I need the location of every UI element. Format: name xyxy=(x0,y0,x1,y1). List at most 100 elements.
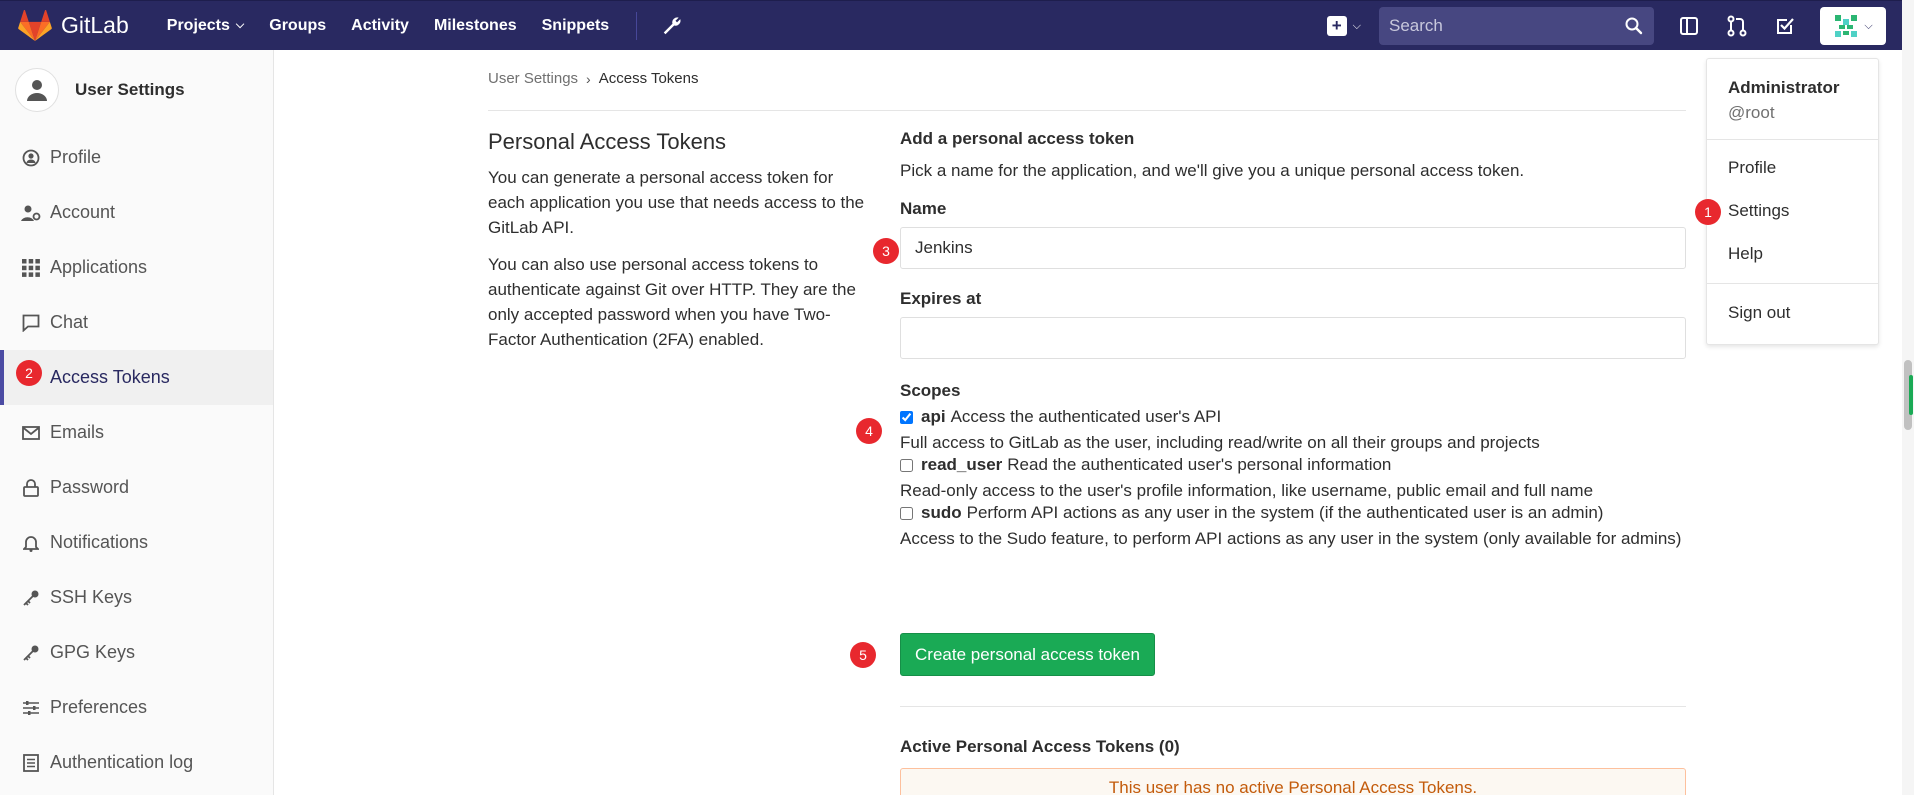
user-name: Administrator xyxy=(1728,78,1840,97)
gitlab-logo-icon xyxy=(18,9,52,41)
sidebar-item-emails[interactable]: Emails xyxy=(0,405,273,460)
top-navbar: GitLab Projects ⌵ Groups Activity Milest… xyxy=(0,0,1914,50)
nav-milestones[interactable]: Milestones xyxy=(434,17,517,35)
menu-item-help[interactable]: Help xyxy=(1728,244,1763,264)
scope-name: sudo xyxy=(921,503,962,522)
sidebar-item-label: Applications xyxy=(50,257,148,277)
no-tokens-warning: This user has no active Personal Access … xyxy=(900,768,1686,795)
step-badge-1: 1 xyxy=(1695,199,1721,225)
sidebar-item-chat[interactable]: Chat xyxy=(0,295,273,350)
scope-name: api xyxy=(921,407,946,426)
scope-sudo-checkbox[interactable] xyxy=(900,506,913,520)
sidebar-item-authentication-log[interactable]: Authentication log xyxy=(0,735,273,790)
user-settings-avatar-icon xyxy=(15,68,59,112)
scope-api-row: api Access the authenticated user's API xyxy=(900,407,1686,427)
user-handle: @root xyxy=(1728,103,1775,122)
menu-item-sign-out[interactable]: Sign out xyxy=(1728,303,1790,323)
sidebar-item-label: Profile xyxy=(50,147,102,167)
avatar xyxy=(1835,15,1858,37)
name-label: Name xyxy=(900,199,947,218)
intro-paragraph-2: You can also use personal access tokens … xyxy=(488,255,856,349)
sidebar-item-profile[interactable]: Profile xyxy=(0,130,273,185)
expires-at-field[interactable] xyxy=(900,317,1686,359)
page-title: Personal Access Tokens xyxy=(488,129,727,154)
sidebar-item-label: GPG Keys xyxy=(50,642,136,662)
sidebar-item-label: Chat xyxy=(50,312,89,332)
plus-icon: + xyxy=(1326,16,1347,36)
account-icon xyxy=(20,202,42,224)
scope-summary: Access the authenticated user's API xyxy=(950,407,1222,426)
scope-read-user-row: read_user Read the authenticated user's … xyxy=(900,455,1686,475)
sidebar-item-label: Account xyxy=(50,202,116,222)
gitlab-home-link[interactable]: GitLab xyxy=(18,1,129,51)
admin-wrench-icon[interactable] xyxy=(661,15,683,37)
sidebar-toggle-icon[interactable] xyxy=(1676,13,1702,39)
user-menu-button[interactable]: ⌵ xyxy=(1820,7,1886,45)
menu-item-profile[interactable]: Profile xyxy=(1728,158,1776,178)
name-field[interactable] xyxy=(900,227,1686,269)
form-heading: Add a personal access token xyxy=(900,129,1135,148)
breadcrumb-parent[interactable]: User Settings xyxy=(488,70,578,87)
chevron-right-icon: › xyxy=(586,70,591,87)
chevron-down-icon: ⌵ xyxy=(235,19,245,31)
applications-icon xyxy=(20,257,42,279)
chevron-down-icon: ⌵ xyxy=(1864,19,1873,32)
search-input[interactable] xyxy=(1389,16,1624,36)
nav-links: Projects ⌵ Groups Activity Milestones Sn… xyxy=(167,1,683,51)
user-dropdown-menu: Administrator @root Profile Settings Hel… xyxy=(1706,58,1879,345)
key-icon xyxy=(20,587,42,609)
token-form: Add a personal access token Pick a name … xyxy=(900,129,1686,551)
todos-icon[interactable] xyxy=(1772,13,1798,39)
intro-paragraph-1: You can generate a personal access token… xyxy=(488,168,865,237)
search-icon[interactable] xyxy=(1624,16,1644,36)
nav-projects-label: Projects xyxy=(166,16,230,34)
sidebar-item-notifications[interactable]: Notifications xyxy=(0,515,273,570)
sidebar-item-account[interactable]: Account xyxy=(0,185,273,240)
list-icon xyxy=(20,752,42,774)
nav-right: + ⌵ ⌵ xyxy=(1326,1,1886,51)
form-subheading: Pick a name for the application, and we'… xyxy=(900,161,1525,180)
sidebar-item-password[interactable]: Password xyxy=(0,460,273,515)
breadcrumb-current[interactable]: Access Tokens xyxy=(599,70,699,87)
active-tokens-heading: Active Personal Access Tokens (0) xyxy=(900,737,1180,756)
scope-summary: Read the authenticated user's personal i… xyxy=(1007,455,1392,474)
step-badge-4: 4 xyxy=(856,418,882,444)
scope-sudo-row: sudo Perform API actions as any user in … xyxy=(900,503,1686,523)
breadcrumb: User Settings › Access Tokens xyxy=(488,70,699,87)
bell-icon xyxy=(20,532,42,554)
sidebar-item-gpg-keys[interactable]: GPG Keys xyxy=(0,625,273,680)
sidebar-item-label: Emails xyxy=(50,422,105,442)
sidebar-item-label: Authentication log xyxy=(50,752,194,772)
scope-summary: Perform API actions as any user in the s… xyxy=(966,503,1604,522)
menu-item-settings[interactable]: Settings xyxy=(1728,201,1789,221)
step-badge-3: 3 xyxy=(873,238,899,264)
sidebar-item-label: Access Tokens xyxy=(50,367,170,387)
scope-api-checkbox[interactable] xyxy=(900,410,913,424)
nav-snippets[interactable]: Snippets xyxy=(542,17,610,35)
nav-projects[interactable]: Projects ⌵ xyxy=(167,17,244,35)
scopes-label: Scopes xyxy=(900,381,961,400)
sidebar-item-preferences[interactable]: Preferences xyxy=(0,680,273,735)
sidebar-item-label: Password xyxy=(50,477,130,497)
sidebar-title: User Settings xyxy=(75,80,185,99)
nav-groups[interactable]: Groups xyxy=(269,17,326,35)
scope-read-user-checkbox[interactable] xyxy=(900,458,913,472)
new-item-button[interactable]: + ⌵ xyxy=(1326,16,1361,36)
profile-icon xyxy=(20,147,42,169)
brand-name: GitLab xyxy=(61,12,129,38)
sidebar-item-applications[interactable]: Applications xyxy=(0,240,273,295)
expires-label: Expires at xyxy=(900,289,982,308)
sidebar-item-ssh-keys[interactable]: SSH Keys xyxy=(0,570,273,625)
scope-description: Full access to GitLab as the user, inclu… xyxy=(900,433,1540,452)
scope-description: Read-only access to the user's profile i… xyxy=(900,481,1594,500)
page-scrollbar[interactable] xyxy=(1902,0,1914,795)
search-box xyxy=(1379,7,1654,45)
create-token-button[interactable]: Create personal access token xyxy=(900,633,1155,676)
merge-requests-icon[interactable] xyxy=(1724,13,1750,39)
sidebar-item-label: SSH Keys xyxy=(50,587,133,607)
sidebar-item-label: Preferences xyxy=(50,697,148,717)
section-divider xyxy=(900,706,1686,707)
nav-activity[interactable]: Activity xyxy=(351,17,409,35)
nav-divider xyxy=(636,11,638,40)
settings-sidebar: User Settings Profile Account Applicatio… xyxy=(0,50,274,795)
